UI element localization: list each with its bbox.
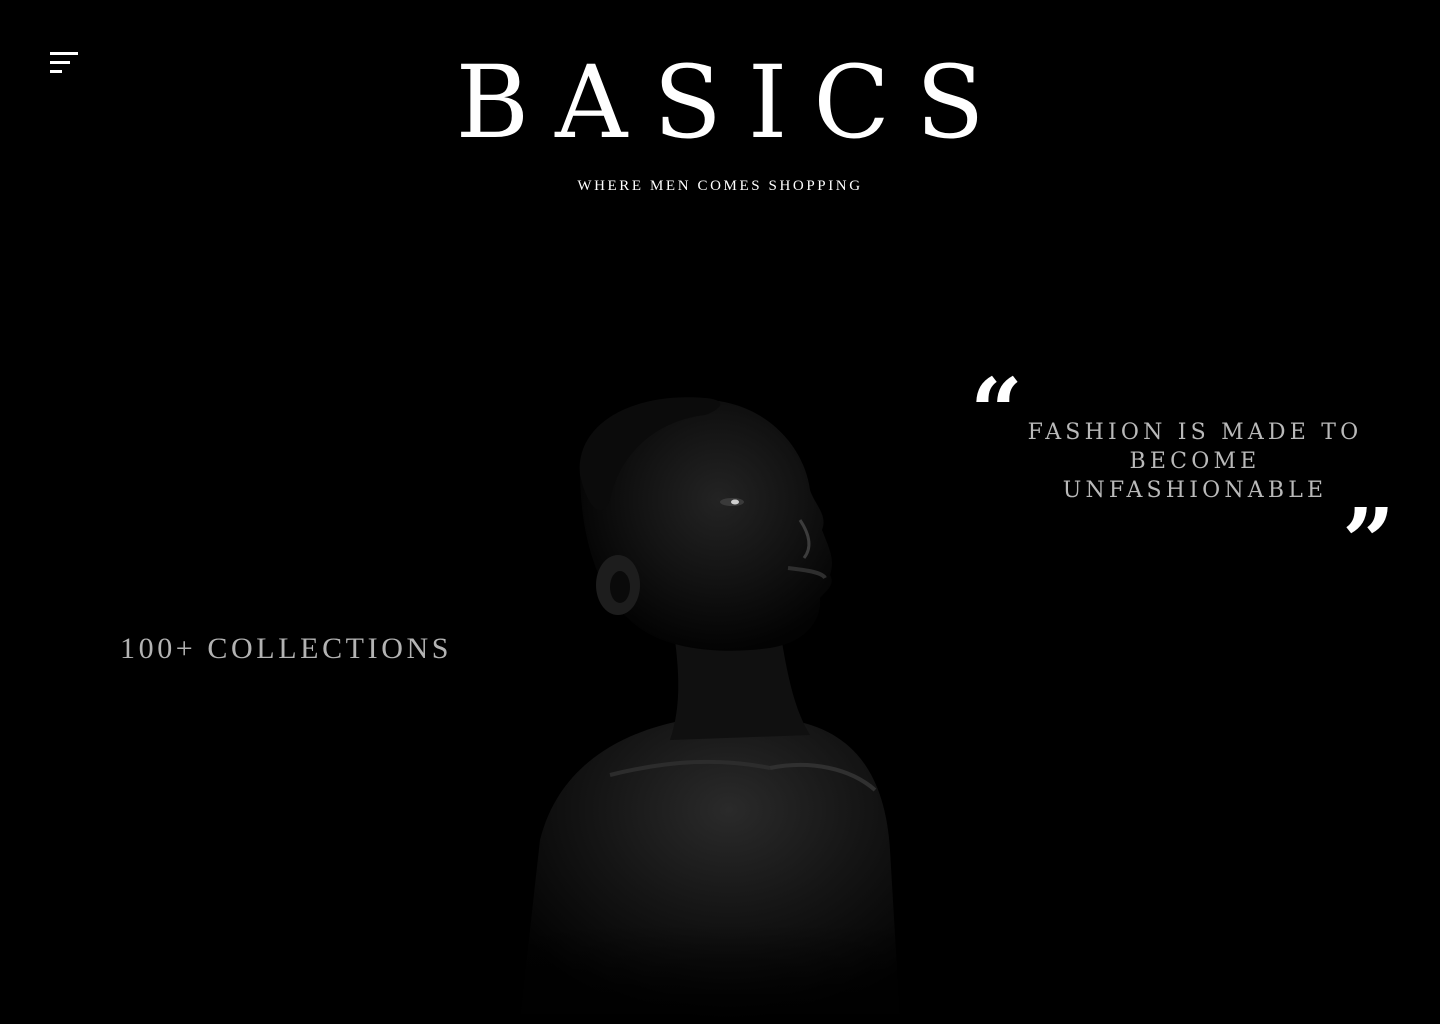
portrait-image	[470, 380, 970, 1020]
landing-page: BASICS WHERE MEN COMES SHOPPING “ FASHIO…	[0, 0, 1440, 1024]
brand-logo[interactable]: BASICS	[0, 44, 1440, 162]
hero-portrait	[470, 380, 970, 1020]
collections-link[interactable]: 100+ COLLECTIONS	[120, 632, 452, 666]
brand-tagline: WHERE MEN COMES SHOPPING	[577, 178, 863, 194]
quote-close-icon: ”	[1342, 488, 1395, 596]
quote-text: FASHION IS MADE TO BECOME UNFASHIONABLE	[1027, 420, 1363, 503]
